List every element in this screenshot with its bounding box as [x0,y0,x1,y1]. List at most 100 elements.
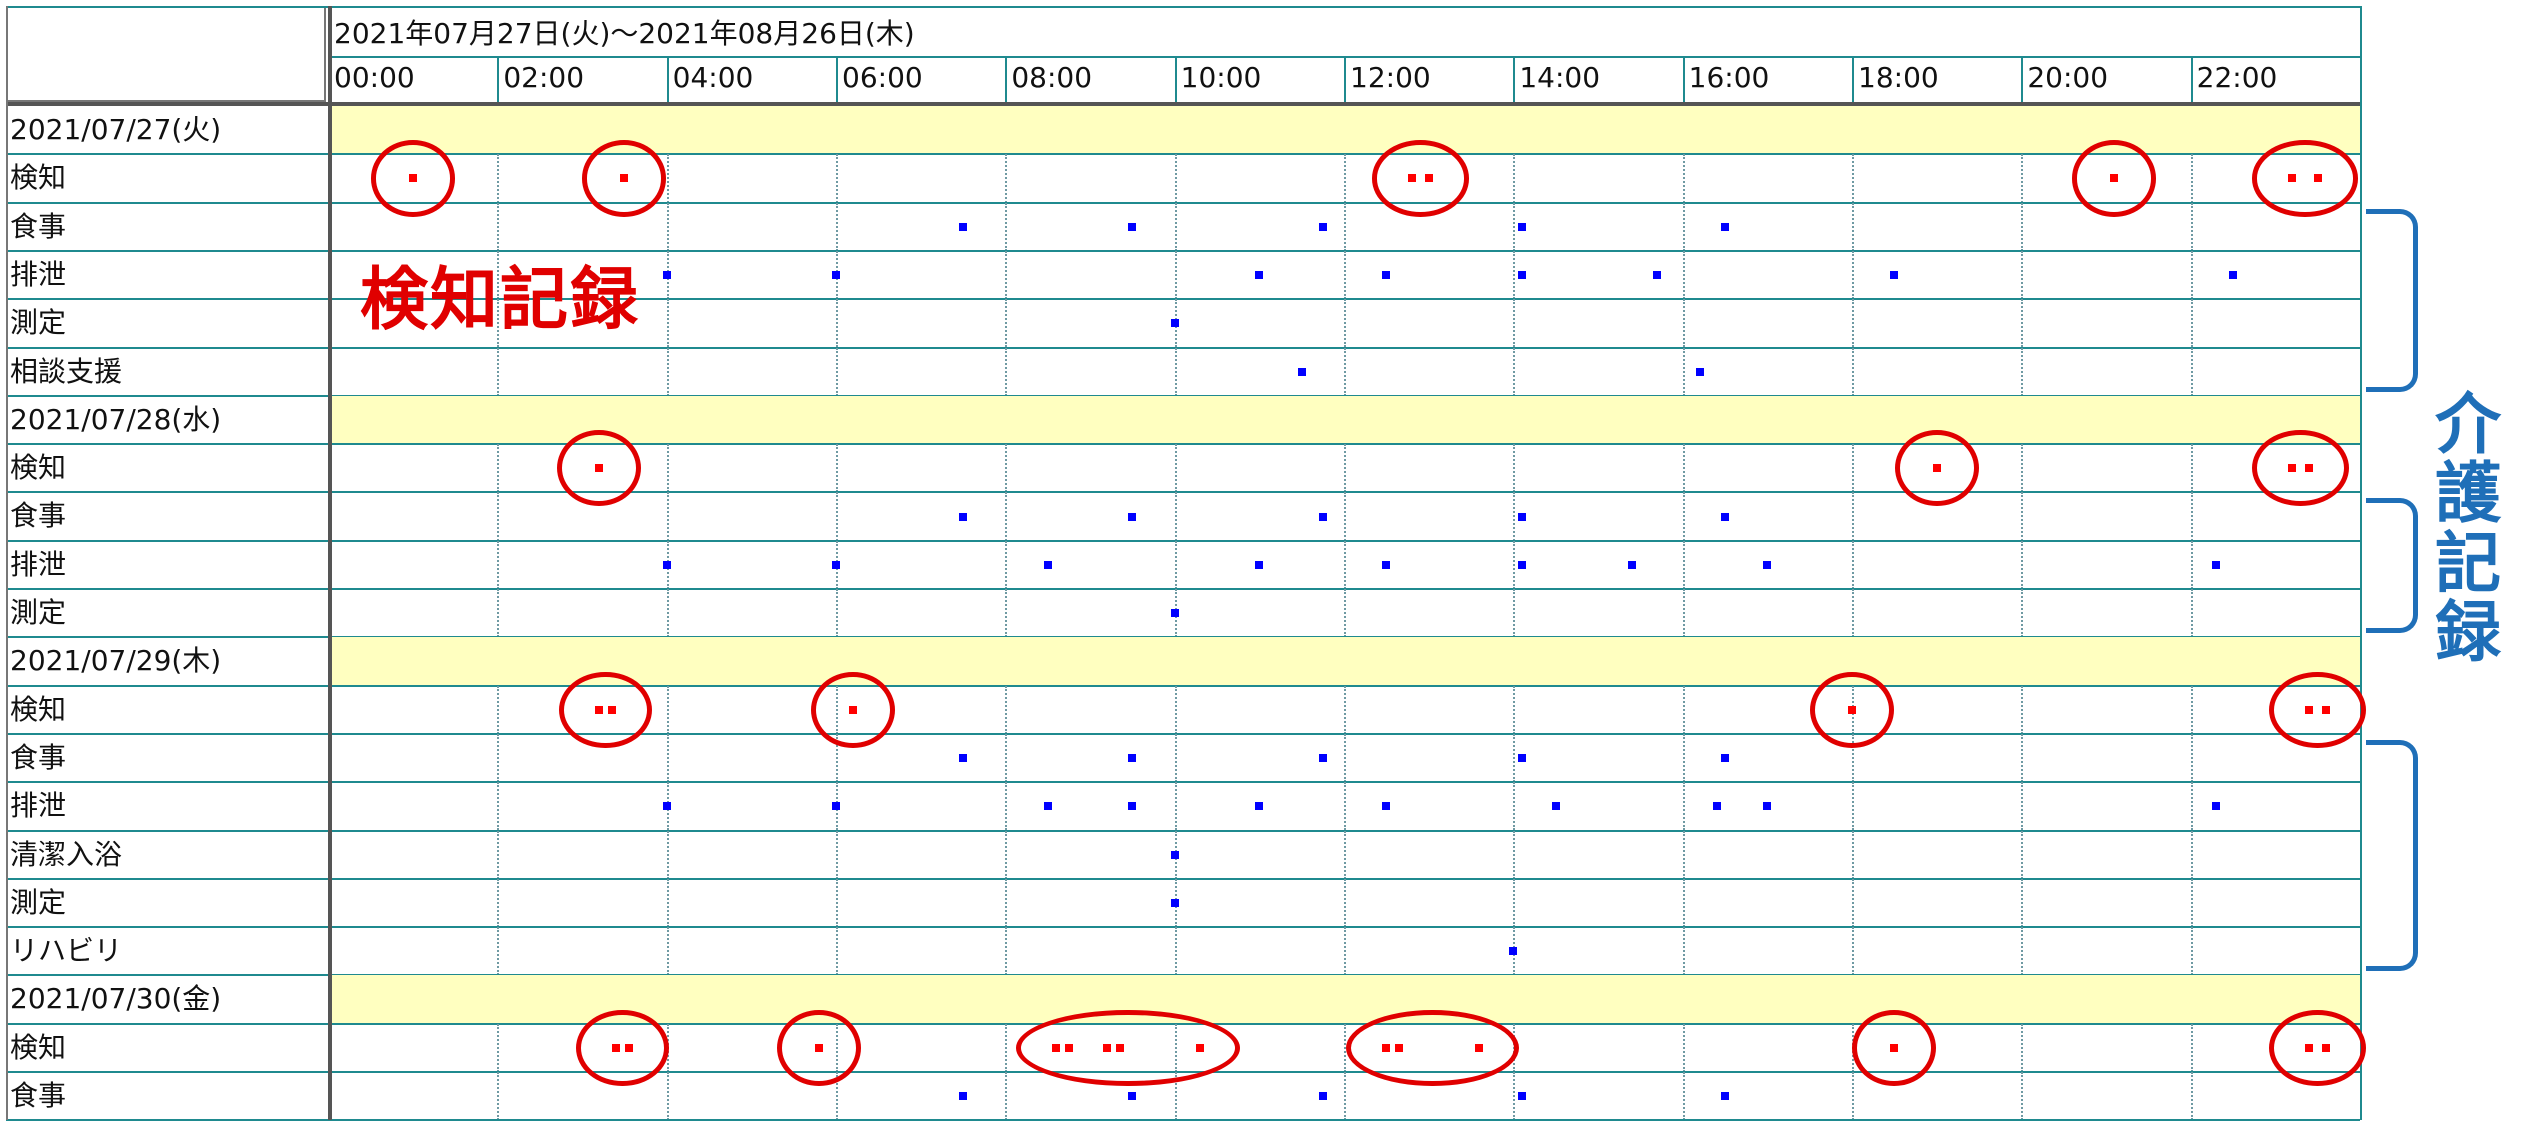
grid-line [497,56,500,102]
grid-line [1852,347,1854,396]
care-record-marker[interactable] [1509,947,1518,956]
grid-line [2190,1023,2193,1072]
care-record-marker[interactable] [1763,802,1772,811]
detection-highlight-ring [2269,1009,2367,1086]
grid-line [666,202,669,251]
care-record-marker[interactable] [1297,367,1306,376]
care-record-marker[interactable] [2229,271,2237,280]
care-record-marker[interactable] [1128,222,1137,231]
care-record-marker[interactable] [662,271,671,280]
hour-label: 06:00 [842,61,923,94]
grid-line [1852,202,1854,251]
care-record-marker[interactable] [1517,222,1526,231]
grid-line [1174,927,1177,976]
care-record-marker[interactable] [1318,512,1327,521]
row-label: 測定 [10,306,67,340]
care-record-marker[interactable] [1318,1092,1327,1101]
date-label: 2021/07/27(火) [10,113,222,146]
grid-line [1682,202,1685,251]
grid-line [666,347,669,396]
care-record-marker[interactable] [1517,560,1526,569]
grid-line [2021,444,2024,493]
care-record-marker[interactable] [832,560,840,569]
grid-line [1344,782,1346,831]
care-record-marker[interactable] [1318,754,1327,763]
row-label: 測定 [10,885,67,919]
care-record-marker[interactable] [1712,802,1721,811]
care-record-marker[interactable] [662,560,671,569]
care-record-marker[interactable] [959,512,967,521]
care-record-marker[interactable] [1128,512,1137,521]
hour-label: 20:00 [2027,61,2109,94]
care-record-marker[interactable] [1170,609,1179,618]
grid-line [1682,589,1685,638]
grid-line [1005,1023,1008,1072]
care-record-marker[interactable] [1043,560,1052,569]
care-record-marker[interactable] [1551,802,1560,811]
care-record-marker[interactable] [1763,560,1772,569]
grid-line [6,926,2360,929]
care-record-marker[interactable] [1170,319,1179,328]
care-record-marker[interactable] [1382,560,1391,569]
grid-line [836,492,838,541]
care-record-marker[interactable] [2212,802,2221,811]
care-record-marker[interactable] [1128,754,1137,763]
grid-line [497,1023,500,1072]
care-record-marker[interactable] [1255,802,1264,811]
care-record-marker[interactable] [1043,802,1052,811]
hour-label: 10:00 [1180,61,1262,94]
grid-line [2190,444,2193,493]
care-record-marker[interactable] [1128,802,1137,811]
care-record-annotation-char: 介 [2435,386,2501,463]
grid-line [666,154,669,203]
grid-line [2021,782,2024,831]
grid-line [2190,589,2193,638]
care-record-marker[interactable] [662,802,671,811]
grid-line [1174,347,1177,396]
care-record-marker[interactable] [1128,1092,1137,1101]
grid-line [6,1119,2360,1122]
grid-line [1513,878,1516,928]
care-record-marker[interactable] [832,271,840,280]
detection-highlight-ring [1894,430,1979,507]
care-record-marker[interactable] [832,802,840,811]
care-record-marker[interactable] [959,222,967,231]
care-record-marker[interactable] [1170,898,1179,907]
care-record-marker[interactable] [1627,560,1636,569]
grid-line [6,732,2360,735]
grid-line [1174,444,1177,493]
care-record-marker[interactable] [1653,271,1662,280]
care-record-marker[interactable] [1255,271,1264,280]
grid-line [1005,154,1008,203]
care-record-marker[interactable] [1721,1092,1729,1101]
care-record-marker[interactable] [1721,222,1729,231]
care-record-marker[interactable] [959,754,967,763]
care-record-marker[interactable] [1382,271,1391,280]
care-record-marker[interactable] [1517,512,1526,521]
care-record-marker[interactable] [1517,1092,1526,1101]
grid-line [6,201,2360,204]
care-record-marker[interactable] [959,1092,967,1101]
grid-line [666,878,669,928]
care-record-marker[interactable] [1721,754,1729,763]
grid-line [1852,56,1854,102]
care-record-marker[interactable] [1517,271,1526,280]
grid-line [1344,154,1346,203]
grid-line [2190,540,2193,589]
care-record-marker[interactable] [1170,850,1179,859]
grid-line [328,6,332,1121]
grid-line [6,781,2360,784]
care-record-marker[interactable] [1890,271,1899,280]
care-record-marker[interactable] [1255,560,1264,569]
grid-line [836,830,838,879]
care-record-marker[interactable] [1517,754,1526,763]
care-record-marker[interactable] [1318,222,1327,231]
grid-line [1344,299,1346,348]
care-record-marker[interactable] [1721,512,1729,521]
care-record-marker[interactable] [1695,367,1704,376]
grid-line [666,1072,669,1121]
care-record-marker[interactable] [1382,802,1391,811]
grid-line [497,927,500,976]
care-record-marker[interactable] [2212,560,2221,569]
grid-line [1005,830,1008,879]
